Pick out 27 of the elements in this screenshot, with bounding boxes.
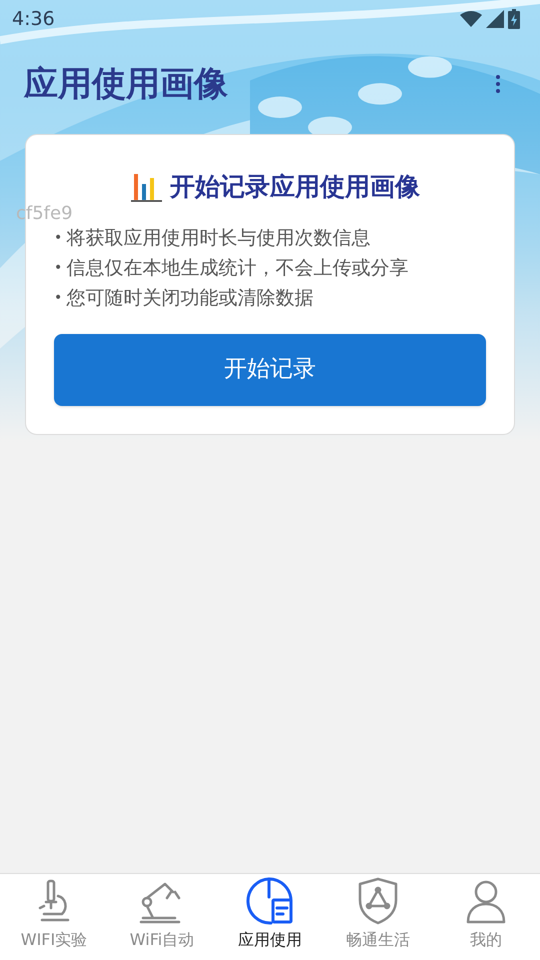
card-title: 开始记录应用使用画像 (170, 171, 420, 203)
nav-tab-label: WIFI实验 (20, 929, 88, 951)
nav-tab[interactable]: 应用使用 (216, 874, 324, 960)
nav-tab[interactable]: WIFI实验 (0, 874, 108, 960)
signal-icon (486, 10, 504, 28)
chart-document-icon (245, 876, 295, 926)
more-options-button[interactable] (494, 75, 502, 93)
bullet-mark: • (54, 289, 62, 308)
battery-icon (508, 9, 520, 29)
nav-tab-label: 应用使用 (238, 929, 302, 951)
wifi-icon (460, 11, 482, 27)
nav-tab[interactable]: WiFi自动 (108, 874, 216, 960)
page-title: 应用使用画像 (24, 62, 228, 106)
start-recording-button[interactable]: 开始记录 (54, 334, 486, 406)
bullet-text: 信息仅在本地生成统计，不会上传或分享 (66, 256, 408, 282)
nav-tab-label: 我的 (470, 929, 502, 951)
nav-tab[interactable]: 畅通生活 (324, 874, 432, 960)
nav-tab-label: WiFi自动 (130, 929, 194, 951)
bar-chart-icon (130, 172, 162, 202)
bullet-text: 您可随时关闭功能或清除数据 (66, 286, 314, 312)
bullet-text: 将获取应用使用时长与使用次数信息 (66, 226, 370, 252)
shield-icon (356, 876, 400, 926)
nav-tab[interactable]: 我的 (432, 874, 540, 960)
bullet-mark: • (54, 259, 62, 278)
nav-tab-label: 畅通生活 (346, 929, 410, 951)
bullet-mark: • (54, 229, 62, 248)
status-time: 4:36 (12, 6, 55, 32)
